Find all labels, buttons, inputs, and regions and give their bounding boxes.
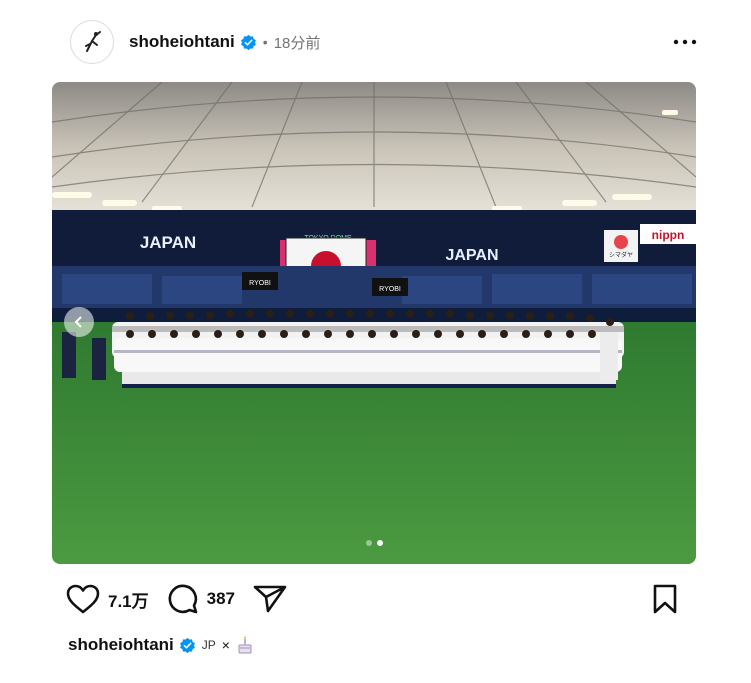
like-button[interactable]: 7.1万 [66, 584, 149, 614]
avatar[interactable] [70, 20, 114, 64]
post-photo[interactable]: JAPAN JAPAN TOKYO DOME nippn シマダヤ RYOBI … [52, 82, 696, 564]
verified-badge-icon [240, 34, 256, 50]
bookmark-button[interactable] [652, 584, 678, 619]
carousel-dot [365, 540, 372, 546]
team-photo-image: JAPAN JAPAN TOKYO DOME nippn シマダヤ RYOBI … [52, 82, 696, 564]
post-actions: 7.1万 387 [66, 582, 686, 616]
more-options-button[interactable] [670, 30, 700, 54]
cake-emoji-icon [238, 636, 252, 654]
post-caption: shoheiohtani JP × [68, 632, 254, 658]
carousel-indicator [52, 540, 696, 546]
share-button[interactable] [253, 584, 287, 614]
carousel-prev-button[interactable] [64, 307, 94, 337]
like-count[interactable]: 7.1万 [108, 587, 149, 612]
carousel-dot-active [376, 540, 383, 546]
verified-badge-icon [179, 637, 195, 653]
sponsor-board-4: RYOBI [379, 286, 401, 293]
caption-text: JP × [202, 635, 254, 655]
sponsor-board-2: シマダヤ [609, 251, 633, 259]
batter-logo-icon [85, 31, 101, 52]
caption-flag-text: JP [201, 638, 216, 652]
chevron-left-icon [74, 316, 82, 328]
separator-dot: • [262, 34, 268, 50]
caption-username[interactable]: shoheiohtani [68, 635, 174, 655]
sponsor-board-1: nippn [652, 228, 685, 242]
heart-icon [66, 584, 100, 614]
caption-symbol: × [221, 637, 230, 653]
comment-count[interactable]: 387 [207, 589, 235, 609]
banner-left-text: JAPAN [140, 233, 196, 252]
banner-right-text: JAPAN [445, 247, 498, 264]
more-dots-icon [673, 39, 697, 45]
comment-button[interactable]: 387 [167, 583, 235, 615]
bookmark-icon [653, 584, 677, 614]
sponsor-board-3: RYOBI [249, 280, 271, 287]
post-username[interactable]: shoheiohtani [129, 32, 235, 52]
post-time[interactable]: 18分前 [274, 32, 321, 53]
comment-icon [168, 584, 197, 614]
post-header: shoheiohtani • 18分前 [70, 20, 697, 64]
share-plane-icon [253, 585, 287, 613]
